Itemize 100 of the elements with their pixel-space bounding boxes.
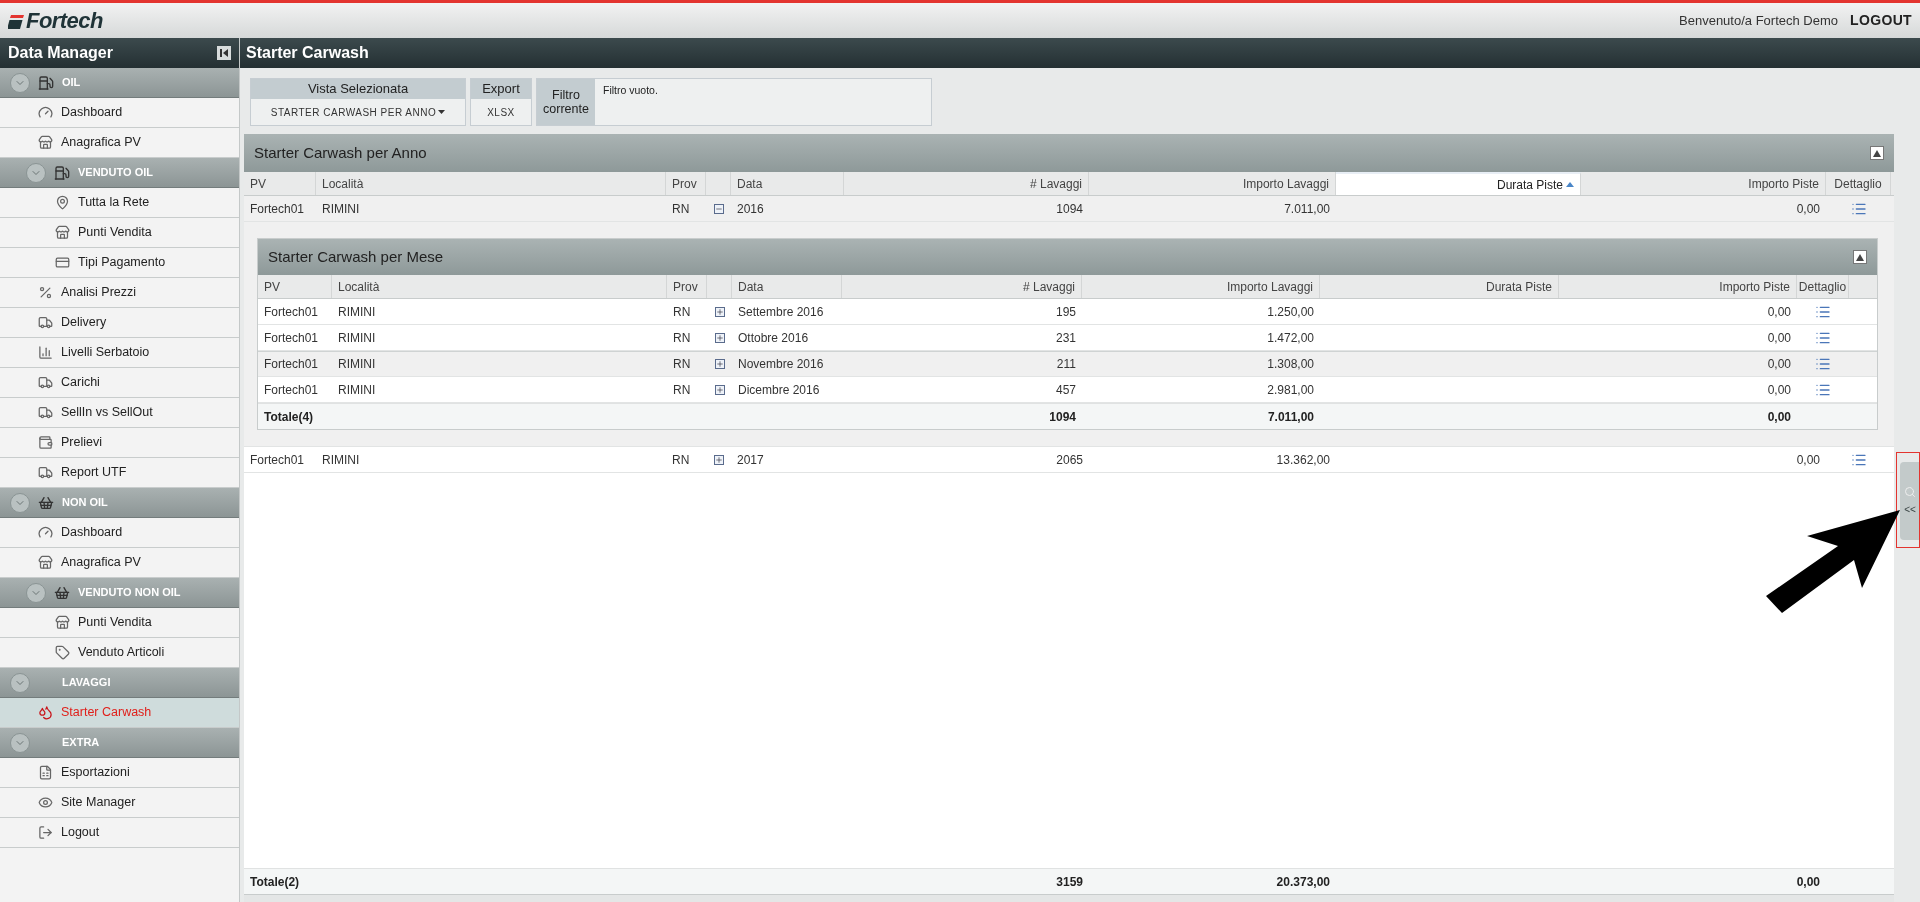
- section-label: VENDUTO NON OIL: [78, 585, 181, 601]
- credit-card-icon: [55, 255, 70, 270]
- column-header[interactable]: Prov: [667, 275, 707, 298]
- table-cell-text: 3159: [1055, 873, 1084, 891]
- expand-row-icon[interactable]: [714, 359, 725, 369]
- sidebar-title: Data Manager: [8, 43, 113, 63]
- table-cell-text: RIMINI: [337, 329, 377, 347]
- tag-icon: [55, 645, 70, 660]
- expand-row-icon[interactable]: [714, 332, 725, 343]
- xlsx-button[interactable]: XLSX: [471, 99, 531, 125]
- detail-list-icon[interactable]: [1815, 356, 1831, 372]
- column-header[interactable]: # Lavaggi: [844, 172, 1089, 195]
- table-cell-text: Settembre 2016: [737, 303, 825, 321]
- welcome-text: Benvenuto/a Fortech Demo: [1679, 11, 1838, 30]
- map-pin-icon: [55, 195, 70, 210]
- caret-icon: [438, 110, 446, 114]
- column-header[interactable]: Località: [332, 275, 667, 298]
- table-cell-text: RN: [671, 451, 691, 469]
- table-cell-text: RIMINI: [321, 200, 361, 218]
- logout-icon: [38, 825, 53, 840]
- store-icon: [38, 135, 53, 150]
- column-header[interactable]: Dettaglio: [1826, 172, 1891, 195]
- truck-icon: [38, 405, 53, 420]
- table-row[interactable]: Fortech01 RIMINI RN 2016 1094 7.011,00 0,00: [244, 196, 1894, 222]
- gauge-icon: [38, 105, 53, 120]
- chevron-icon: [10, 672, 30, 693]
- filter-text: Filtro vuoto.: [602, 83, 658, 98]
- table-cell-text: 1094: [1055, 200, 1084, 218]
- column-header[interactable]: Data: [731, 172, 844, 195]
- table-cell-text: Novembre 2016: [737, 356, 825, 373]
- column-header[interactable]: Località: [316, 172, 666, 195]
- export-label: Export: [471, 79, 531, 99]
- expand-row-icon[interactable]: [714, 306, 725, 317]
- expand-row-icon[interactable]: [713, 454, 724, 465]
- section-label: VENDUTO OIL: [78, 165, 153, 181]
- section-label: NON OIL: [62, 495, 108, 511]
- chevron-icon: [26, 162, 46, 183]
- chevron-icon: [10, 732, 30, 753]
- expand-row-icon[interactable]: [714, 384, 725, 395]
- fuel-pump-icon: [54, 164, 70, 181]
- table-cell-text: 0,00: [1766, 356, 1792, 373]
- table-cell-text: RN: [672, 356, 692, 373]
- table-cell-text: 13.362,00: [1275, 451, 1331, 469]
- column-header[interactable]: PV: [258, 275, 332, 298]
- column-header[interactable]: Importo Piste: [1559, 275, 1797, 298]
- table-cell-text: Dicembre 2016: [737, 381, 821, 399]
- table-cell-text: Fortech01: [263, 329, 320, 347]
- column-header[interactable]: # Lavaggi: [842, 275, 1082, 298]
- table-cell-text: Fortech01: [263, 303, 320, 321]
- view-label: Vista Selezionata: [251, 79, 465, 99]
- table-cell-text: RIMINI: [337, 356, 377, 373]
- table-row[interactable]: Fortech01 RIMINI RN Novembre 2016 211 1.308,00 0,00: [258, 351, 1877, 377]
- table-cell-text: 2.981,00: [1266, 381, 1315, 399]
- percent-icon: [38, 285, 53, 300]
- spreadsheet-icon: [38, 765, 53, 780]
- column-header[interactable]: Durata Piste: [1336, 172, 1581, 195]
- sort-ascending-icon: [1566, 182, 1574, 187]
- store-icon: [38, 555, 53, 570]
- table-cell-text: Fortech01: [263, 381, 320, 399]
- column-header[interactable]: Importo Lavaggi: [1082, 275, 1320, 298]
- truck-icon: [38, 315, 53, 330]
- collapse-panel-icon[interactable]: [1853, 250, 1867, 264]
- chevron-icon: [10, 492, 30, 513]
- gauge-icon: [38, 525, 53, 540]
- table-cell-text: 2016: [736, 200, 765, 218]
- column-header[interactable]: Prov: [666, 172, 706, 195]
- view-dropdown[interactable]: STARTER CARWASH PER ANNO: [251, 99, 465, 125]
- table-cell-text: 0,00: [1795, 200, 1821, 218]
- side-panel-tab[interactable]: <<: [1900, 462, 1920, 540]
- column-header[interactable]: PV: [244, 172, 316, 195]
- table-cell-text: 0,00: [1766, 329, 1792, 347]
- total-label: Totale(4): [263, 408, 315, 426]
- column-header[interactable]: Data: [732, 275, 842, 298]
- logout-link[interactable]: LOGOUT: [1850, 10, 1912, 31]
- table-cell-text: 1094: [1048, 408, 1077, 426]
- table-cell-text: 0,00: [1766, 408, 1792, 426]
- table-cell-text: Fortech01: [249, 200, 306, 218]
- grid-title: Starter Carwash per Anno: [254, 142, 427, 163]
- table-cell-text: 0,00: [1795, 451, 1821, 469]
- column-header[interactable]: Dettaglio: [1797, 275, 1849, 298]
- collapse-panel-icon[interactable]: [1870, 146, 1884, 160]
- table-cell-text: RN: [672, 381, 692, 399]
- table-cell-text: 457: [1054, 381, 1077, 399]
- table-cell-text: 0,00: [1766, 381, 1792, 399]
- search-icon: [1904, 485, 1916, 498]
- table-cell-text: 0,00: [1766, 303, 1792, 321]
- chevron-icon: [10, 72, 30, 93]
- column-header[interactable]: Durata Piste: [1320, 275, 1559, 298]
- table-cell-text: RIMINI: [337, 303, 377, 321]
- table-cell-text: RIMINI: [321, 451, 361, 469]
- table-cell-text: 0,00: [1795, 873, 1821, 891]
- filter-label: Filtro corrente: [537, 79, 595, 125]
- truck-icon: [38, 465, 53, 480]
- table-cell-text: 2017: [736, 451, 765, 469]
- collapse-icon[interactable]: [217, 46, 231, 60]
- column-header[interactable]: Importo Piste: [1581, 172, 1826, 195]
- droplets-icon: [38, 705, 53, 720]
- table-cell-text: 1.308,00: [1266, 356, 1315, 373]
- table-cell-text: RIMINI: [337, 381, 377, 399]
- collapse-row-icon[interactable]: [713, 203, 724, 214]
